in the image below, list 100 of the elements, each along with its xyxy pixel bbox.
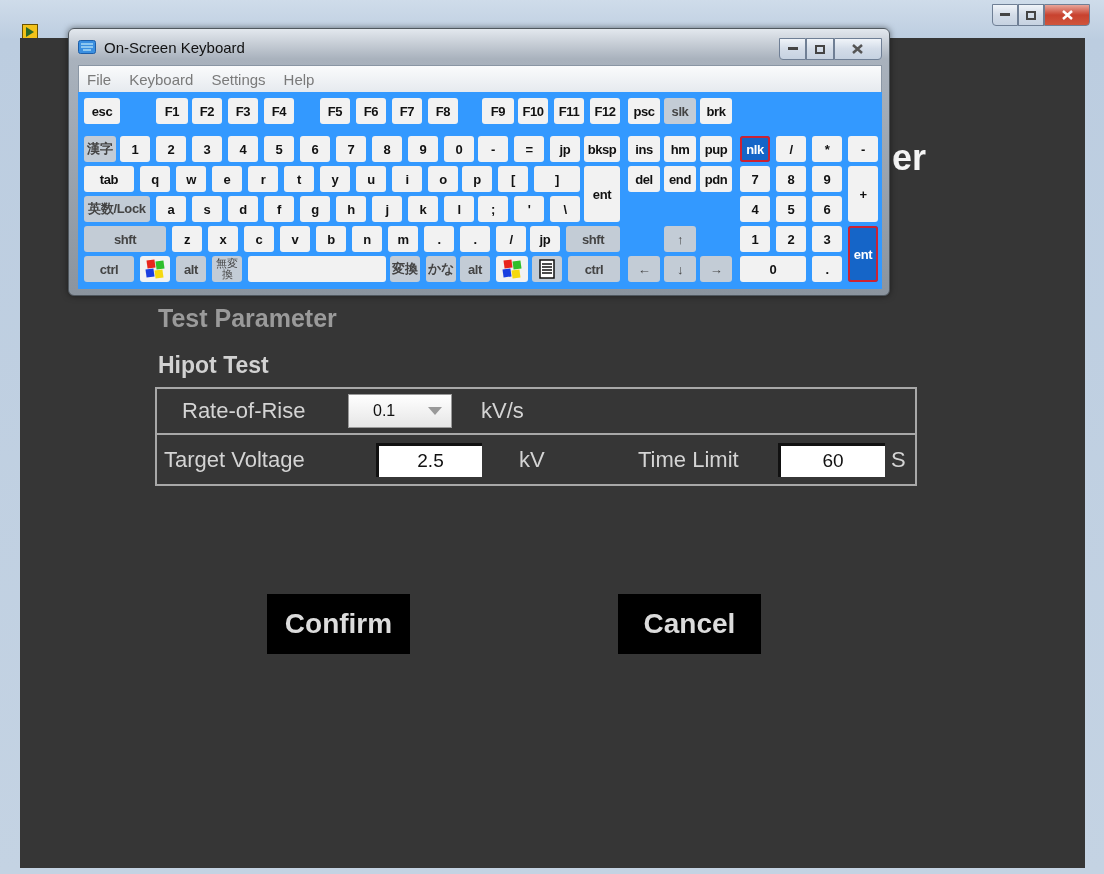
key-cap[interactable]: F4 [264,98,294,124]
key-cap[interactable]: かな [426,256,456,282]
close-button[interactable] [833,38,882,60]
key-cap[interactable]: q [140,166,170,192]
key-cap[interactable]: hm [664,136,696,162]
key-cap[interactable]: r [248,166,278,192]
key-cap[interactable]: v [280,226,310,252]
key-cap[interactable]: - [848,136,878,162]
key-cap[interactable]: del [628,166,660,192]
key-cap[interactable]: x [208,226,238,252]
key-cap[interactable]: jp [550,136,580,162]
key-cap[interactable]: tab [84,166,134,192]
input-field[interactable]: 60 [778,442,885,477]
key-cap[interactable]: F8 [428,98,458,124]
key-cap[interactable]: 5 [264,136,294,162]
rate-dropdown[interactable]: 0.1 [348,394,452,428]
key-cap[interactable]: z [172,226,202,252]
menu-item[interactable]: Settings [211,70,266,88]
key-cap[interactable]: ' [514,196,544,222]
key-cap[interactable]: 無変換 [212,256,242,282]
key-cap[interactable]: \ [550,196,580,222]
menu-item[interactable]: Help [283,70,315,88]
key-cap[interactable]: end [664,166,696,192]
key-cap[interactable]: pdn [700,166,732,192]
key-cap[interactable]: k [408,196,438,222]
key-cap[interactable]: + [848,166,878,222]
key-cap[interactable]: g [300,196,330,222]
key-cap[interactable]: jp [530,226,560,252]
key-cap[interactable]: d [228,196,258,222]
key-cap[interactable]: y [320,166,350,192]
key-cap[interactable]: brk [700,98,732,124]
key-cap[interactable]: j [372,196,402,222]
menu-item[interactable]: File [87,70,112,88]
key-cap[interactable]: 9 [812,166,842,192]
key-cap[interactable]: 1 [740,226,770,252]
key-cap[interactable]: ] [534,166,580,192]
key-cap[interactable]: F12 [590,98,620,124]
key-cap[interactable]: . [460,226,490,252]
key-cap[interactable]: ← [628,256,660,282]
key-cap[interactable]: F3 [228,98,258,124]
key-cap[interactable]: shft [566,226,620,252]
key-cap[interactable]: slk [664,98,696,124]
key-cap[interactable]: 6 [300,136,330,162]
key-cap[interactable]: F9 [482,98,514,124]
key-cap[interactable]: c [244,226,274,252]
key-cap[interactable]: F7 [392,98,422,124]
key-cap[interactable]: w [176,166,206,192]
key-cap[interactable]: * [812,136,842,162]
key-cap[interactable]: 7 [336,136,366,162]
key-cap[interactable]: 7 [740,166,770,192]
key-cap[interactable]: 0 [444,136,474,162]
key-cap[interactable]: - [478,136,508,162]
key-cap[interactable]: F5 [320,98,350,124]
key-cap[interactable]: b [316,226,346,252]
key-cap[interactable]: pup [700,136,732,162]
key-cap[interactable]: ent [584,166,620,222]
cancel-button[interactable]: Cancel [618,594,761,654]
key-cap[interactable]: F6 [356,98,386,124]
key-cap[interactable]: ctrl [84,256,134,282]
key-cap[interactable]: m [388,226,418,252]
key-cap[interactable]: l [444,196,474,222]
key-cap[interactable]: psc [628,98,660,124]
key-cap[interactable]: F1 [156,98,188,124]
key-cap[interactable]: 6 [812,196,842,222]
key-cap[interactable]: a [156,196,186,222]
key-cap[interactable]: 0 [740,256,806,282]
key-cap[interactable]: ins [628,136,660,162]
key-cap[interactable]: ctrl [568,256,620,282]
key-cap[interactable]: 英数/Lock [84,196,150,222]
key-cap[interactable]: → [700,256,732,282]
input-field[interactable]: 2.5 [376,442,482,477]
key-cap[interactable]: 1 [120,136,150,162]
key-cap[interactable]: n [352,226,382,252]
key-cap[interactable]: shft [84,226,166,252]
key-cap[interactable] [496,256,528,282]
key-cap[interactable]: F11 [554,98,584,124]
key-cap[interactable]: 変換 [390,256,420,282]
key-cap[interactable]: 4 [228,136,258,162]
key-cap[interactable]: / [496,226,526,252]
minimize-button[interactable] [779,38,807,60]
key-cap[interactable]: 8 [776,166,806,192]
key-cap[interactable]: 9 [408,136,438,162]
key-cap[interactable]: 8 [372,136,402,162]
key-cap[interactable]: . [812,256,842,282]
key-cap[interactable]: F10 [518,98,548,124]
key-cap[interactable]: 3 [812,226,842,252]
key-cap[interactable]: . [424,226,454,252]
key-cap[interactable]: esc [84,98,120,124]
maximize-button[interactable] [1018,4,1044,26]
key-cap[interactable]: = [514,136,544,162]
key-cap[interactable]: 2 [776,226,806,252]
key-cap[interactable]: / [776,136,806,162]
key-cap[interactable]: bksp [584,136,620,162]
key-cap[interactable]: p [462,166,492,192]
confirm-button[interactable]: Confirm [267,594,410,654]
key-cap[interactable]: 2 [156,136,186,162]
key-cap[interactable]: alt [460,256,490,282]
key-cap[interactable]: ent [848,226,878,282]
key-cap[interactable]: t [284,166,314,192]
key-cap[interactable]: h [336,196,366,222]
